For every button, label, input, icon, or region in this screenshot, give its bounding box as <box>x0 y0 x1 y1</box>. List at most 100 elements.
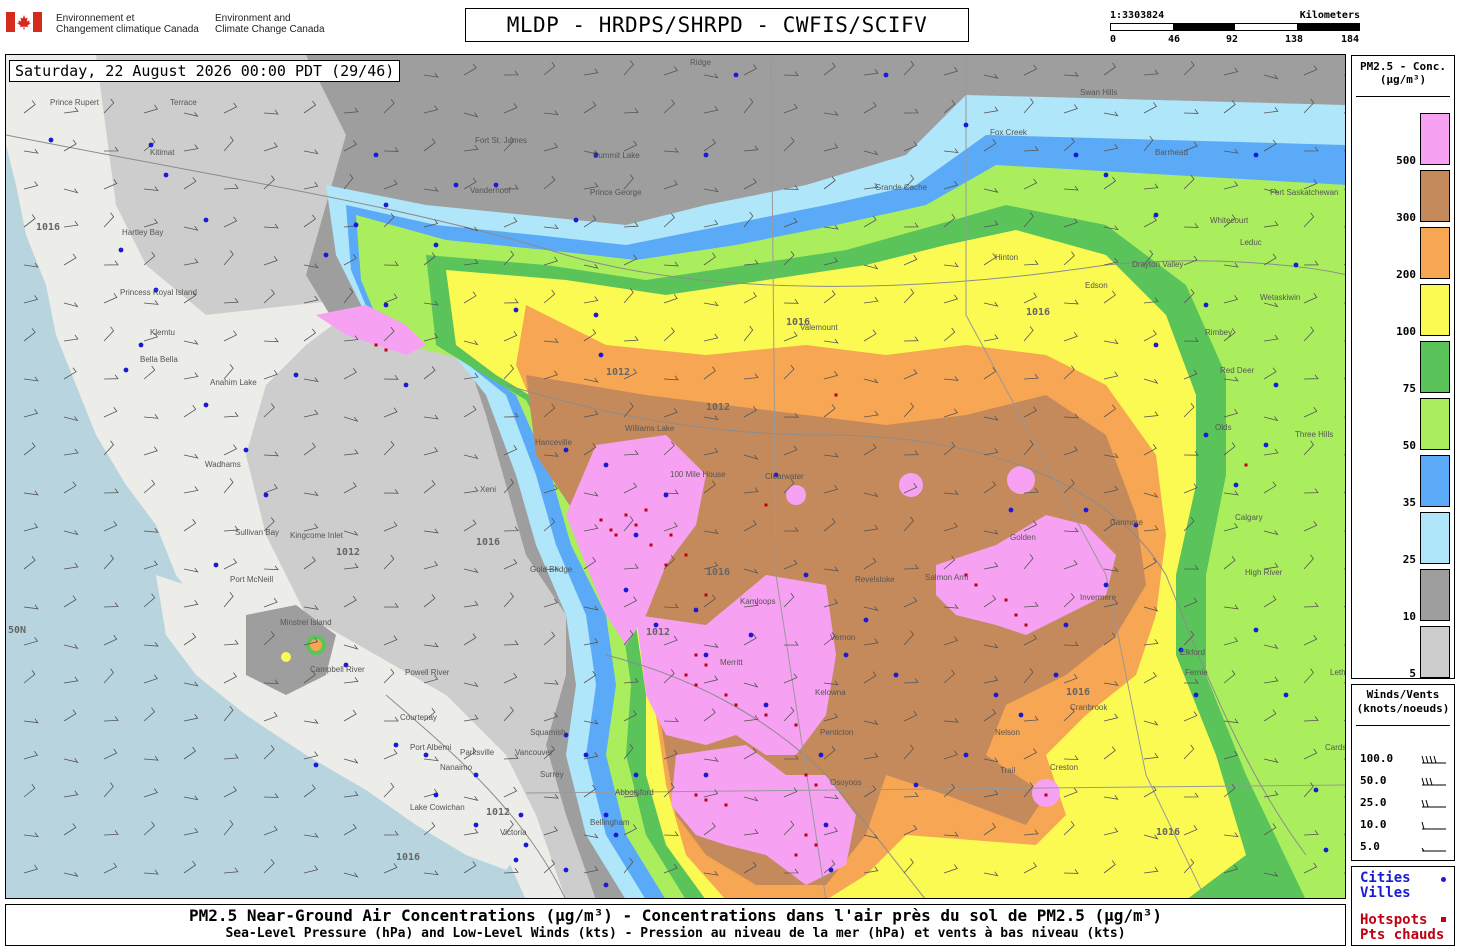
wind-speed-label: 10.0 <box>1360 818 1387 831</box>
smoke-forecast-map[interactable]: 1016 1012 1016 1012 1016 1012 1016 1016 … <box>5 54 1346 899</box>
legend-level-label: 50 <box>1402 439 1416 452</box>
wind-speed-label: 50.0 <box>1360 774 1387 787</box>
city-marker <box>1233 482 1239 488</box>
legend-level-label: 25 <box>1402 553 1416 566</box>
city-marker <box>1253 152 1259 158</box>
wind-barb <box>23 262 39 268</box>
wind-barb <box>223 867 239 874</box>
city-marker <box>1273 382 1279 388</box>
legend-level-label: 500 <box>1396 154 1416 167</box>
city-marker <box>523 842 529 848</box>
hotspot-marker <box>1004 598 1008 602</box>
place-name: Swan Hills <box>1080 88 1117 97</box>
hotspot-marker <box>734 703 738 707</box>
scale-ratio: 1:3303824 <box>1110 10 1165 21</box>
place-name: Campbell River <box>310 665 365 674</box>
hotspots-line2: Pts chauds <box>1360 927 1445 943</box>
legend-level-label: 35 <box>1402 496 1416 509</box>
hotspot-marker <box>764 713 768 717</box>
place-name: Sullivan Bay <box>235 528 279 537</box>
hotspot-marker <box>834 393 838 397</box>
city-marker <box>1323 847 1329 853</box>
legend-swatch <box>1420 113 1450 165</box>
place-name: Olds <box>1215 423 1231 432</box>
place-name: 100 Mile House <box>670 470 726 479</box>
latitude-label: 50N <box>8 625 26 636</box>
isobar-label: 1012 <box>646 627 670 638</box>
hotspot-marker <box>1044 793 1048 797</box>
scale-tick: 46 <box>1168 34 1181 45</box>
wind-barb <box>63 481 77 494</box>
wind-barb-icon <box>1421 755 1446 764</box>
wind-barb <box>343 791 359 798</box>
wind-barb <box>143 821 156 836</box>
city-marker <box>603 462 609 468</box>
city-marker <box>453 182 459 188</box>
cities-legend-label: Cities Villes <box>1360 871 1411 901</box>
city-marker <box>733 72 739 78</box>
city-marker <box>1193 692 1199 698</box>
place-name: Terrace <box>170 98 197 107</box>
city-marker <box>803 572 809 578</box>
forecast-timestamp: Saturday, 22 August 2026 00:00 PDT (29/4… <box>9 60 401 82</box>
city-marker <box>123 367 129 373</box>
city-marker <box>633 532 639 538</box>
wind-barb <box>23 604 39 610</box>
place-name: Bella Bella <box>140 355 178 364</box>
product-title: MLDP - HRDPS/SHRPD - CWFIS/SCIFV <box>465 8 969 42</box>
wind-barb <box>63 595 77 608</box>
city-marker <box>603 812 609 818</box>
wind-barb-icon <box>1421 847 1446 852</box>
place-name: Abbotsford <box>615 788 654 797</box>
place-name: Osoyoos <box>830 778 862 787</box>
wind-barb <box>103 602 119 608</box>
isobar-label: 1016 <box>1066 687 1090 698</box>
wind-barb <box>143 593 156 608</box>
city-marker <box>613 832 619 838</box>
wind-barb <box>303 784 316 798</box>
city-marker <box>1063 622 1069 628</box>
place-name: Edson <box>1085 281 1108 290</box>
city-marker <box>373 152 379 158</box>
city-marker <box>573 217 579 223</box>
wind-barb <box>303 832 319 838</box>
hotspot-marker <box>694 653 698 657</box>
hotspot-marker <box>814 843 818 847</box>
wind-barb <box>423 870 439 876</box>
place-name: Bellingham <box>590 818 630 827</box>
wind-barb <box>23 636 39 646</box>
hotspot-marker <box>624 513 628 517</box>
city-marker <box>323 252 329 258</box>
place-name: Vancouver <box>515 748 553 757</box>
wind-barb <box>63 871 79 877</box>
place-name: Wetaskiwin <box>1260 293 1300 302</box>
wind-barb <box>63 823 77 836</box>
legend-swatch <box>1420 398 1450 450</box>
wind-barb <box>183 713 199 722</box>
place-name: Fernie <box>1185 668 1208 677</box>
city-marker <box>518 812 524 818</box>
place-name: Gold Bridge <box>530 565 573 574</box>
place-name: Fox Creek <box>990 128 1028 137</box>
department-name-english: Environment and Climate Change Canada <box>215 13 325 35</box>
hotspot-marker <box>724 803 728 807</box>
place-name: Elkford <box>1180 648 1205 657</box>
wind-barb <box>223 819 234 836</box>
city-marker <box>663 492 669 498</box>
city-marker <box>748 632 754 638</box>
wind-barb <box>183 681 199 687</box>
place-name: Golden <box>1010 533 1036 542</box>
wind-speed-label: 100.0 <box>1360 752 1394 765</box>
city-marker <box>1018 712 1024 718</box>
city-marker <box>48 137 54 143</box>
hotspot-marker <box>684 673 688 677</box>
pm25-zone-500-i <box>1007 466 1035 494</box>
caption-line1: PM2.5 Near-Ground Air Concentrations (µg… <box>189 906 1162 925</box>
city-marker <box>513 857 519 863</box>
place-name: Invermere <box>1080 593 1117 602</box>
wind-barb <box>23 783 36 798</box>
place-name: Vernon <box>830 633 855 642</box>
hotspot-marker <box>764 503 768 507</box>
wind-barb <box>343 823 357 836</box>
place-name: Ridge <box>690 58 711 67</box>
